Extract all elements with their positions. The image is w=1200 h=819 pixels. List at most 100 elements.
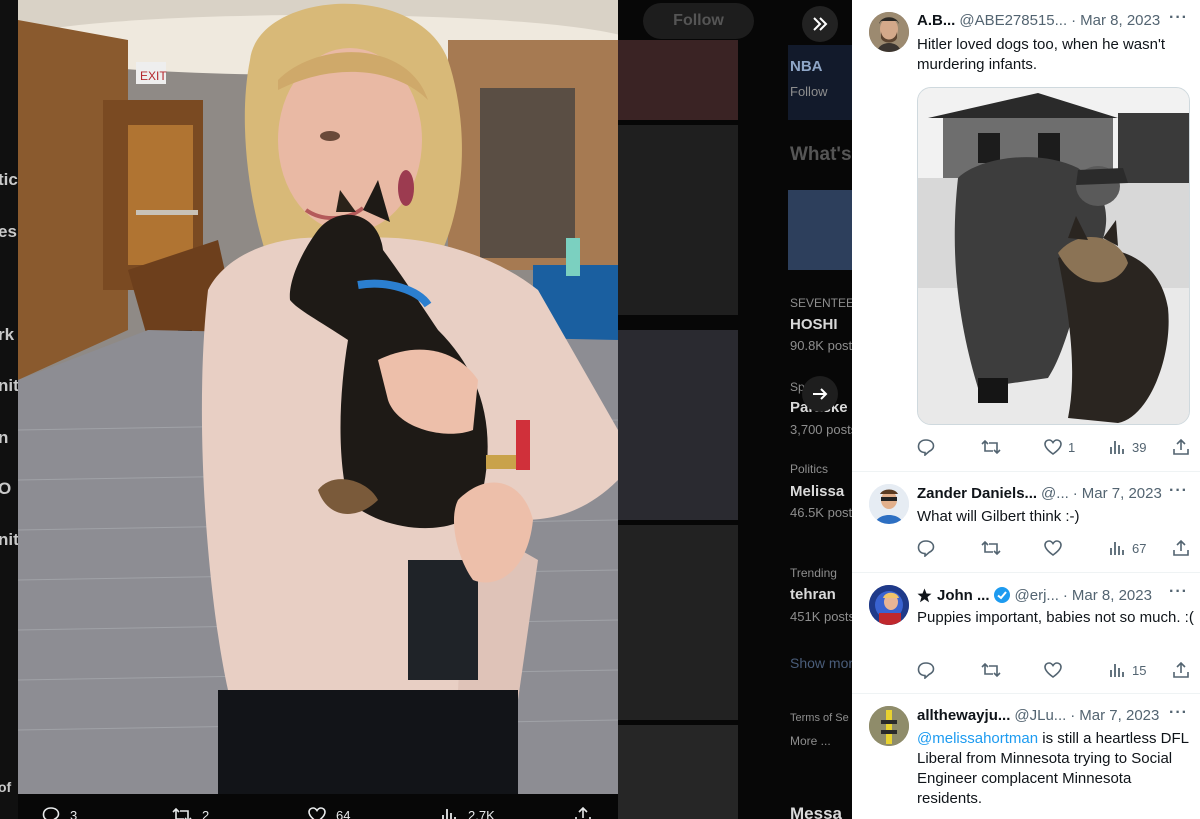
viewer-reply-button[interactable]: 3: [42, 806, 77, 819]
views-button[interactable]: 15: [1108, 661, 1146, 679]
share-icon: [575, 806, 591, 819]
share-icon: [1173, 539, 1189, 556]
bg-tile: [618, 725, 738, 819]
repost-button[interactable]: [981, 539, 1001, 557]
share-button[interactable]: [1172, 661, 1190, 679]
share-button[interactable]: [1172, 539, 1190, 557]
heart-icon: [1044, 662, 1062, 678]
avatar[interactable]: [869, 585, 909, 625]
bg-text: tehran: [790, 586, 836, 603]
reply-photo[interactable]: [917, 87, 1190, 425]
author-name[interactable]: A.B...: [917, 12, 955, 29]
share-icon: [1173, 438, 1189, 455]
author-name[interactable]: Zander Daniels...: [917, 485, 1037, 502]
heart-icon: [1044, 540, 1062, 556]
author-handle[interactable]: @erj...: [1015, 587, 1059, 604]
bg-text: NBA: [790, 58, 823, 75]
media-viewer: tic es rk nit n O nit of NBA Follow What…: [0, 0, 852, 819]
viewer-repost-button[interactable]: 2: [172, 806, 209, 819]
viewer-views-button[interactable]: 2.7K: [440, 806, 495, 819]
author-handle[interactable]: @...: [1041, 485, 1069, 502]
reply-tweet[interactable]: Zander Daniels... @... · Mar 7, 2023 ···…: [852, 472, 1200, 573]
bg-nav-text: O: [0, 479, 12, 498]
post-date[interactable]: Mar 7, 2023: [1082, 485, 1162, 502]
bg-tile: [618, 40, 738, 120]
more-options-icon[interactable]: ···: [1169, 9, 1188, 27]
heart-icon: [1044, 439, 1062, 455]
viewer-like-count: 64: [336, 807, 351, 819]
viewer-repost-count: 2: [202, 807, 210, 819]
bg-nav-text: n: [0, 428, 9, 447]
arrow-right-icon: [813, 388, 828, 400]
views-icon: [1110, 441, 1124, 454]
bg-text: More ...: [790, 734, 831, 748]
bg-nav-text: es: [0, 222, 17, 241]
heart-icon: [308, 807, 326, 819]
avatar-image: [869, 706, 909, 746]
reply-icon: [917, 662, 935, 679]
more-options-icon[interactable]: ···: [1169, 704, 1188, 722]
reply-button[interactable]: [917, 539, 935, 557]
author-handle[interactable]: @ABE278515...: [959, 12, 1067, 29]
viewer-like-button[interactable]: 64: [308, 806, 350, 819]
reply-tweet[interactable]: John ... @erj... · Mar 8, 2023 ··· Puppi…: [852, 573, 1200, 694]
reply-text: What will Gilbert think :-): [917, 508, 1080, 525]
reply-photo-illustration: [918, 88, 1189, 424]
like-button[interactable]: 1: [1044, 438, 1075, 456]
repost-button[interactable]: [981, 661, 1001, 679]
reply-text: Hitler loved dogs too, when he wasn't mu…: [917, 36, 1166, 73]
bg-text: Follow: [790, 84, 828, 99]
post-date[interactable]: Mar 8, 2023: [1072, 587, 1152, 604]
views-count: 67: [1132, 540, 1147, 556]
reply-actions: 15: [917, 661, 1195, 681]
bg-text: Trending: [790, 566, 837, 580]
views-button[interactable]: 67: [1108, 539, 1146, 557]
author-name[interactable]: allthewayju...: [917, 707, 1010, 724]
bg-text: Melissa: [790, 483, 845, 500]
viewer-share-button[interactable]: [574, 806, 592, 819]
more-options-icon[interactable]: ···: [1169, 482, 1188, 500]
viewer-views-count: 2.7K: [468, 807, 495, 819]
author-handle[interactable]: @JLu...: [1014, 707, 1066, 724]
reply-icon: [42, 807, 60, 819]
share-button[interactable]: [1172, 438, 1190, 456]
views-button[interactable]: 39: [1108, 438, 1146, 456]
reply-tweet[interactable]: allthewayju... @JLu... · Mar 7, 2023 ···…: [852, 694, 1200, 819]
bg-tile: [618, 330, 738, 520]
reply-tweet[interactable]: A.B... @ABE278515... · Mar 8, 2023 ··· H…: [852, 0, 1200, 472]
reply-actions: 1 39: [917, 438, 1195, 458]
bg-text: 3,700 posts: [790, 422, 852, 437]
reply-button[interactable]: [917, 661, 935, 679]
bg-tile: [618, 525, 738, 720]
reply-button[interactable]: [917, 438, 941, 456]
author-name[interactable]: John ...: [937, 587, 990, 604]
background-left-nav: tic es rk nit n O nit of: [0, 0, 19, 819]
avatar[interactable]: [869, 706, 909, 746]
bg-nav-text: nit: [0, 530, 19, 549]
viewer-reply-count: 3: [70, 807, 78, 819]
avatar-image: [869, 585, 909, 625]
repost-icon: [981, 439, 1001, 455]
bg-tile: [788, 190, 852, 270]
follow-button[interactable]: Follow: [643, 3, 754, 39]
like-button[interactable]: [1044, 661, 1068, 679]
post-date[interactable]: Mar 7, 2023: [1079, 707, 1159, 724]
avatar[interactable]: [869, 12, 909, 52]
next-media-button[interactable]: [802, 376, 838, 412]
bg-text: What's: [790, 144, 852, 165]
collapse-replies-button[interactable]: [802, 6, 838, 42]
views-icon: [1110, 542, 1124, 555]
avatar[interactable]: [869, 484, 909, 524]
double-chevron-right-icon: [813, 17, 828, 31]
more-options-icon[interactable]: ···: [1169, 583, 1188, 601]
views-count: 15: [1132, 662, 1147, 678]
like-button[interactable]: [1044, 539, 1068, 557]
bg-panel: [788, 45, 852, 120]
bg-text: HOSHI: [790, 316, 838, 333]
repost-icon: [172, 807, 192, 819]
tweet-photo[interactable]: EXIT: [18, 0, 618, 794]
post-date[interactable]: Mar 8, 2023: [1080, 12, 1160, 29]
mention-link[interactable]: @melissahortman: [917, 730, 1038, 747]
repost-button[interactable]: [981, 438, 1007, 456]
reply-actions: 67: [917, 539, 1195, 559]
